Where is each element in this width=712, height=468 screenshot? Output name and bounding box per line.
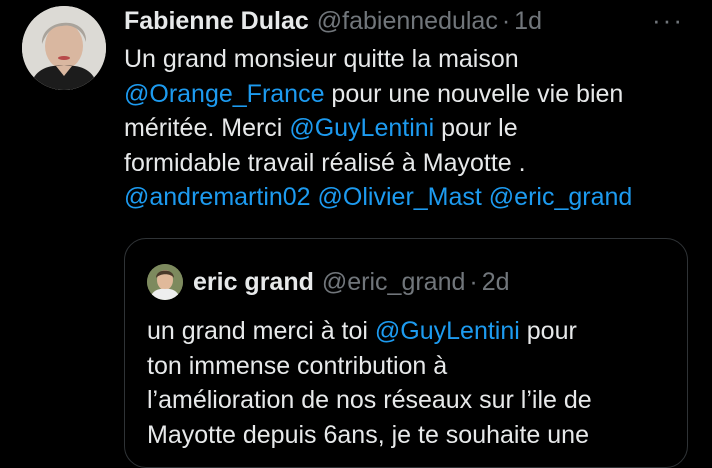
quoted-text-segment: ton immense contribution à [147,351,448,380]
tweet[interactable]: Fabienne Dulac @fabiennedulac · 1d ··· U… [0,0,712,468]
tweet-header: Fabienne Dulac @fabiennedulac · 1d [124,6,542,36]
tweet-text-line: @Orange_France pour une nouvelle vie bie… [124,77,704,112]
quoted-text-line: l’amélioration de nos réseaux sur l’ile … [147,383,677,418]
quoted-tweet[interactable]: eric grand @eric_grand · 2d un grand mer… [124,238,688,468]
tweet-timestamp[interactable]: 1d [514,6,542,36]
tweet-text-segment: méritée. Merci [124,114,290,142]
quoted-timestamp[interactable]: 2d [482,267,510,297]
tweet-text-line: Un grand monsieur quitte la maison [124,42,704,77]
tweet-text-segment: pour une nouvelle vie bien [324,79,624,108]
quoted-header: eric grand @eric_grand · 2d [193,267,510,297]
mention-link[interactable]: @andremartin02 [124,183,311,211]
quoted-text-line: un grand merci à toi @GuyLentini pour [147,314,677,349]
quoted-text-line: Mayotte depuis 6ans, je te souhaite une [147,418,677,453]
author-avatar-image [22,6,106,90]
quoted-separator: · [469,268,478,296]
quoted-avatar-image [147,264,183,300]
mention-link[interactable]: @GuyLentini [375,317,520,345]
quoted-display-name[interactable]: eric grand [193,267,314,297]
tweet-text-line: formidable travail réalisé à Mayotte . [124,146,704,181]
author-avatar[interactable] [22,6,106,90]
more-icon[interactable]: ··· [644,5,692,35]
tweet-text-line: @andremartin02 @Olivier_Mast @eric_grand [124,180,704,215]
tweet-text-line: méritée. Merci @GuyLentini pour le [124,111,704,146]
author-display-name[interactable]: Fabienne Dulac [124,6,309,36]
quoted-text-segment: pour [519,317,577,345]
quoted-handle[interactable]: @eric_grand [322,267,466,297]
quoted-text-line: ton immense contribution à [147,349,677,384]
quoted-text-segment: l’amélioration de nos réseaux sur l’ile … [147,386,592,414]
author-handle[interactable]: @fabiennedulac [317,6,498,36]
quoted-text: un grand merci à toi @GuyLentini pour to… [147,314,677,452]
quoted-text-segment: un grand merci à toi [147,317,375,345]
mention-link[interactable]: @Olivier_Mast [318,183,482,211]
tweet-text-segment: Un grand monsieur quitte la maison [124,45,519,73]
tweet-text-segment: formidable travail réalisé à Mayotte . [124,148,526,177]
quoted-text-segment: Mayotte depuis 6ans, je te souhaite une [147,420,589,449]
quoted-author-avatar[interactable] [147,264,183,300]
mention-link[interactable]: @eric_grand [489,183,633,211]
mention-link[interactable]: @Orange_France [124,80,324,108]
header-separator: · [501,7,511,35]
tweet-text: Un grand monsieur quitte la maison @Oran… [124,42,704,215]
tweet-text-segment: pour le [434,114,518,142]
mention-link[interactable]: @GuyLentini [289,114,434,142]
